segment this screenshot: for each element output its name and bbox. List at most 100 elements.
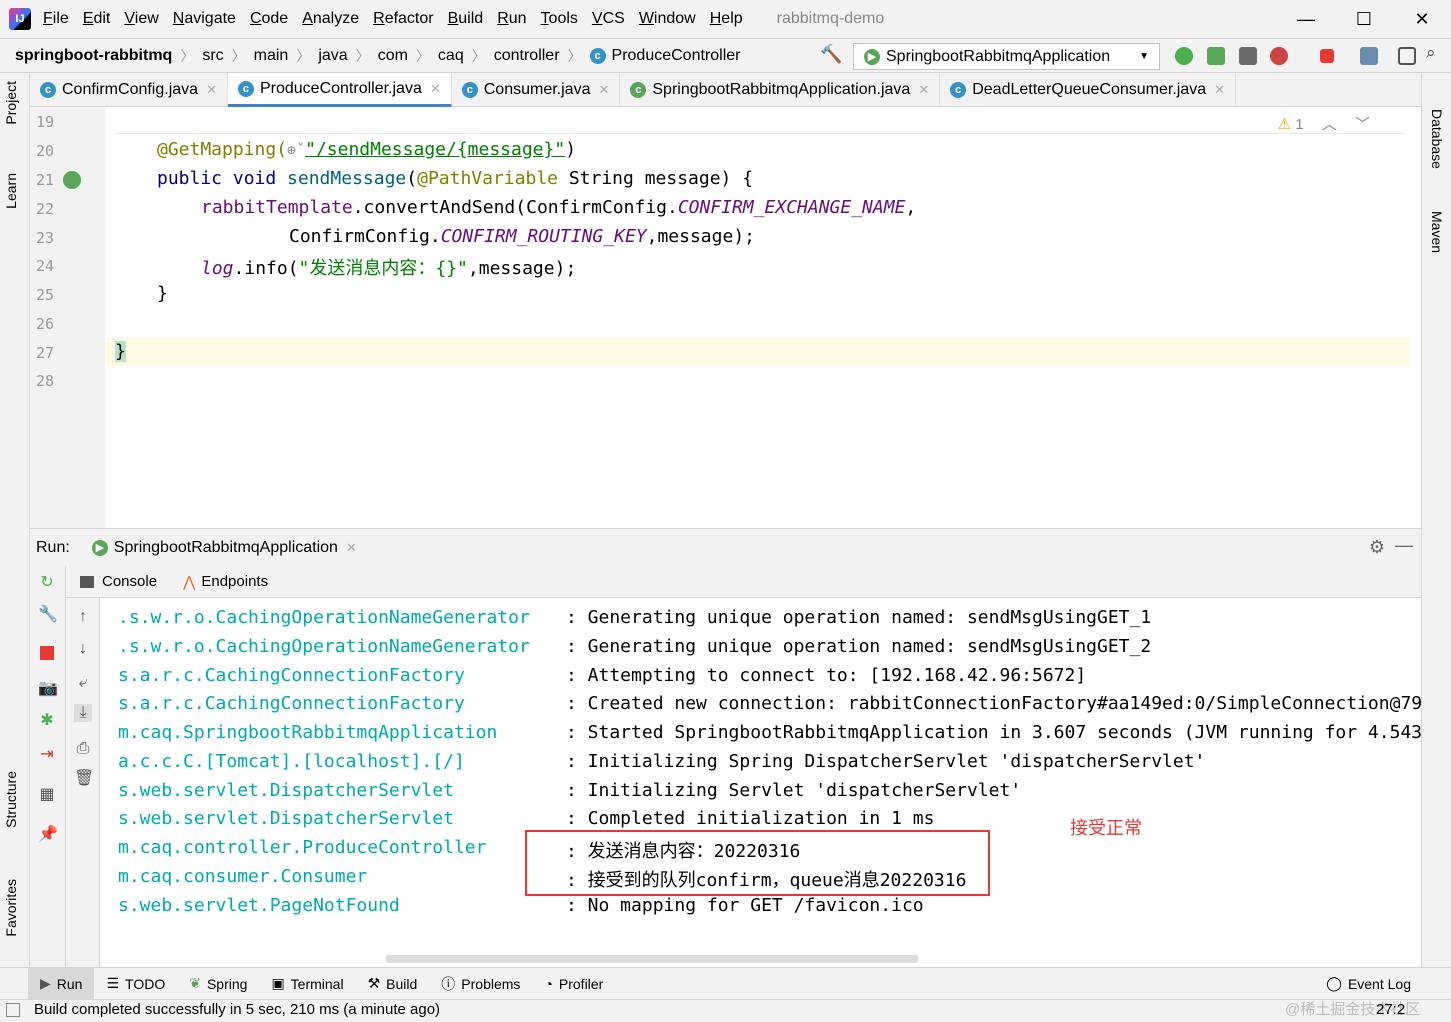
profile-icon[interactable] (1270, 47, 1288, 65)
tab-confirm-config[interactable]: c ConfirmConfig.java ✕ (30, 73, 228, 107)
pin-icon[interactable]: 📌 (38, 826, 58, 844)
tab-produce-controller[interactable]: c ProduceController.java ✕ (227, 73, 452, 107)
breadcrumb-main[interactable]: main (254, 47, 289, 65)
coverage-icon[interactable] (1239, 47, 1257, 65)
maximize-button[interactable]: ☐ (1335, 0, 1393, 38)
reload-classes-icon[interactable]: ✱ (38, 712, 56, 730)
gear-icon[interactable]: ⚙ (1369, 537, 1385, 558)
minimize-panel-icon[interactable]: — (1395, 535, 1413, 556)
event-log-button[interactable]: ◯ Event Log (1314, 968, 1423, 1000)
status-toggle-icon[interactable] (6, 1003, 20, 1017)
code-token: .info( (233, 258, 299, 279)
close-tab-icon[interactable]: ✕ (346, 540, 357, 556)
console-output[interactable]: .s.w.r.o.CachingOperationNameGenerator: … (101, 598, 1421, 967)
close-tab-icon[interactable]: ✕ (598, 82, 609, 98)
tab-console[interactable]: Console (80, 573, 157, 590)
favorites-tool-window[interactable]: Favorites (3, 879, 19, 937)
menu-run[interactable]: Run (497, 10, 526, 28)
project-tool-window[interactable]: Project (3, 81, 19, 125)
breadcrumb-caq[interactable]: caq (438, 47, 464, 65)
tab-application[interactable]: c SpringbootRabbitmqApplication.java ✕ (620, 73, 941, 107)
wrench-icon[interactable]: 🔧 (38, 606, 58, 624)
menu-tools[interactable]: Tools (541, 10, 578, 28)
close-button[interactable]: ✕ (1393, 0, 1451, 38)
bottom-tab-problems[interactable]: ⓘ Problems (429, 968, 532, 1000)
arrow-up-icon[interactable]: ↑ (74, 608, 92, 626)
structure-tool-window[interactable]: Structure (3, 771, 19, 828)
run-tab-app[interactable]: ▶ SpringbootRabbitmqApplication ✕ (91, 539, 357, 557)
run-config-dropdown[interactable]: ▶ SpringbootRabbitmqApplication ▼ (853, 43, 1160, 70)
build-hammer-icon[interactable]: 🔨 (820, 44, 842, 64)
layout-icon[interactable]: ▦ (38, 786, 56, 804)
debug-icon[interactable] (1207, 47, 1225, 65)
tab-endpoints[interactable]: ⋀ Endpoints (183, 573, 268, 591)
log-message: : Completed initialization in 1 ms (566, 808, 935, 829)
camera-icon[interactable]: 📷 (38, 680, 58, 698)
learn-tool-window[interactable]: Learn (3, 173, 19, 209)
menu-view[interactable]: View (124, 10, 158, 28)
bottom-tab-spring[interactable]: ❦ Spring (177, 968, 259, 1000)
menu-help[interactable]: Help (710, 10, 743, 28)
line-number: 20 (36, 142, 55, 160)
menu-build[interactable]: Build (448, 10, 484, 28)
breadcrumb-project[interactable]: springboot-rabbitmq (15, 47, 172, 65)
trash-icon[interactable]: 🗑 (74, 770, 94, 788)
stop-icon[interactable] (40, 646, 54, 660)
breadcrumb-src[interactable]: src (202, 47, 223, 65)
log-message: : Generating unique operation named: sen… (566, 636, 1152, 657)
tab-consumer[interactable]: c Consumer.java ✕ (452, 73, 621, 107)
menu-window[interactable]: Window (639, 10, 696, 28)
minimize-button[interactable]: — (1277, 0, 1335, 38)
database-tool-window[interactable]: Database (1429, 109, 1445, 169)
layout-icon[interactable] (1398, 47, 1416, 65)
stop-icon[interactable] (1320, 49, 1334, 63)
arrow-down-icon[interactable]: ↓ (74, 640, 92, 658)
project-structure-icon[interactable] (1360, 47, 1378, 65)
print-icon[interactable]: ⎙ (74, 740, 92, 758)
tab-dead-letter-consumer[interactable]: c DeadLetterQueueConsumer.java ✕ (940, 73, 1237, 107)
menu-navigate[interactable]: Navigate (173, 10, 236, 28)
bottom-tab-run[interactable]: ▶ Run (28, 967, 95, 1000)
chevron-up-icon[interactable]: ︿ (1322, 116, 1337, 133)
run-toolbar-primary: ↻ 🔧 📷 ✱ ⇥ ▦ 📌 (30, 566, 66, 967)
code-editor[interactable]: ⚠ 1 ︿ ﹀ @GetMapping(⊕ˇ"/sendMessage/{mes… (105, 107, 1410, 528)
menu-edit[interactable]: Edit (83, 10, 111, 28)
close-tab-icon[interactable]: ✕ (1214, 82, 1225, 98)
bottom-tab-profiler[interactable]: ◔ Profiler (532, 968, 615, 1000)
breadcrumb-java[interactable]: java (318, 47, 347, 65)
maven-tool-window[interactable]: Maven (1429, 211, 1445, 253)
rerun-icon[interactable]: ↻ (38, 574, 56, 592)
menu-code[interactable]: Code (250, 10, 288, 28)
log-source: s.a.r.c.CachingConnectionFactory (118, 693, 465, 714)
close-tab-icon[interactable]: ✕ (918, 82, 929, 98)
breadcrumb-controller[interactable]: controller (494, 47, 560, 65)
search-icon[interactable]: ⌕ (1426, 43, 1444, 62)
menu-vcs[interactable]: VCS (592, 10, 625, 28)
close-tab-icon[interactable]: ✕ (430, 81, 441, 97)
horizontal-scrollbar[interactable] (386, 955, 918, 963)
code-token: "/sendMessage/{message}" (305, 139, 566, 160)
chevron-down-icon[interactable]: ﹀ (1355, 116, 1370, 133)
inspection-widget[interactable]: ⚠ 1 ︿ ﹀ (1278, 113, 1370, 134)
spring-endpoint-icon[interactable] (63, 171, 81, 189)
scroll-to-end-icon[interactable]: ⤓ (74, 704, 92, 722)
console-row: m.caq.controller.ProduceController: 发送消息… (118, 837, 800, 862)
close-tab-icon[interactable]: ✕ (206, 82, 217, 98)
bottom-tab-terminal[interactable]: ▣ Terminal (259, 968, 355, 1000)
bottom-tab-build[interactable]: ⚒ Build (356, 968, 430, 1000)
log-message: : No mapping for GET /favicon.ico (566, 895, 924, 916)
soft-wrap-icon[interactable]: ⤶ (74, 674, 92, 692)
menu-file[interactable]: File (43, 10, 69, 28)
log-message: : Started SpringbootRabbitmqApplication … (566, 722, 1421, 743)
code-token: CONFIRM_ROUTING_KEY (440, 226, 647, 247)
breadcrumb-com[interactable]: com (378, 47, 408, 65)
menu-analyze[interactable]: Analyze (302, 10, 359, 28)
log-source: s.web.servlet.DispatcherServlet (118, 780, 454, 801)
caret-position[interactable]: 27:2 (1376, 1000, 1405, 1020)
status-message[interactable]: Build completed successfully in 5 sec, 2… (34, 1001, 440, 1018)
bottom-tab-todo[interactable]: ☰ TODO (94, 968, 177, 1000)
menu-refactor[interactable]: Refactor (373, 10, 433, 28)
rerun-icon[interactable] (1175, 47, 1193, 65)
breadcrumb-class[interactable]: ProduceController (612, 47, 741, 65)
login-icon[interactable]: ⇥ (38, 746, 56, 764)
